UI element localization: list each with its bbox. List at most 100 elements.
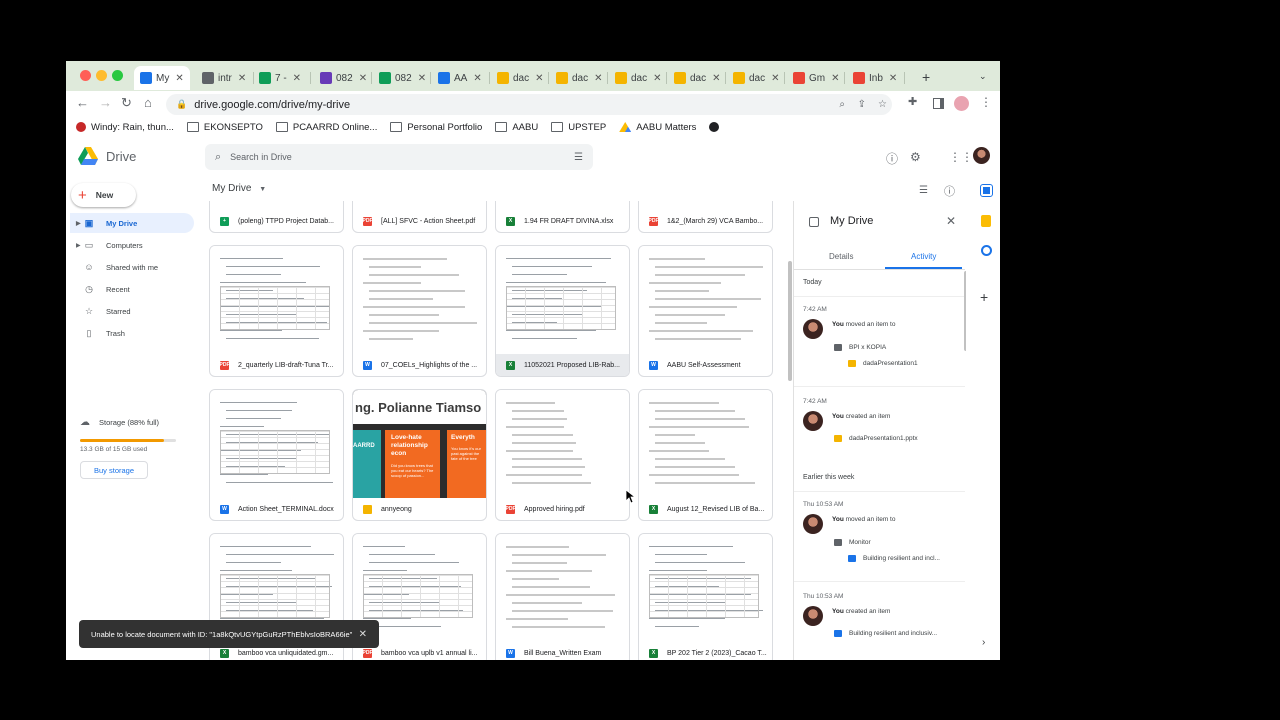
file-card[interactable]: + (poleng) TTPD Project Datab... [209, 201, 344, 233]
tab-close-icon[interactable]: ✕ [238, 73, 246, 84]
activity-file[interactable]: dadaPresentation1 [848, 360, 918, 367]
tab-close-icon[interactable]: ✕ [418, 73, 426, 84]
account-avatar[interactable] [973, 147, 990, 164]
browser-tab[interactable]: 082 ✕ [314, 66, 372, 90]
browser-tab[interactable]: AA ✕ [432, 66, 490, 90]
file-card[interactable]: PDF 2_quarterly LIB-draft-Tuna Tr... [209, 245, 344, 377]
file-card[interactable]: ng. Polianne Tiamso AARRD Love-hate relati… [352, 389, 487, 521]
activity-file[interactable]: dadaPresentation1.pptx [834, 435, 918, 442]
apps-grid-icon[interactable]: ⋮⋮ [949, 150, 973, 164]
bookmark-item[interactable] [709, 122, 724, 132]
zoom-icon[interactable]: ⌕ [839, 99, 845, 110]
tab-details[interactable]: Details [829, 252, 853, 261]
search-input[interactable]: ⌕ Search in Drive ☰ [205, 144, 593, 170]
sidebar-item-shared-with-me[interactable]: ☺ Shared with me [70, 257, 194, 277]
tab-close-icon[interactable]: ✕ [771, 73, 779, 84]
browser-tab[interactable]: 7 - ✕ [253, 66, 311, 90]
sidebar-item-my-drive[interactable]: ▶ ▣ My Drive [70, 213, 194, 233]
file-card[interactable]: PDF Approved hiring.pdf [495, 389, 630, 521]
file-card[interactable]: PDF [ALL] SFVC - Action Sheet.pdf [352, 201, 487, 233]
file-card[interactable]: PDF 1&2_(March 29) VCA Bambo... [638, 201, 773, 233]
tab-close-icon[interactable]: ✕ [889, 73, 897, 84]
bookmark-item[interactable]: Windy: Rain, thun... [76, 122, 174, 133]
bookmark-item[interactable]: AABU Matters [619, 122, 696, 133]
search-options-icon[interactable]: ☰ [574, 152, 583, 163]
browser-tab[interactable]: My ✕ [134, 66, 190, 90]
activity-file[interactable]: Building resilient and inclusiv... [834, 630, 937, 637]
close-window-button[interactable] [80, 70, 91, 81]
help-icon[interactable]: ⓘ [886, 150, 898, 167]
buy-storage-button[interactable]: Buy storage [80, 461, 148, 479]
file-card[interactable]: X BP 202 Tier 2 (2023)_Cacao T... [638, 533, 773, 660]
sidebar-item-recent[interactable]: ◷ Recent [70, 279, 194, 299]
reload-button[interactable]: ↻ [121, 95, 132, 111]
profile-avatar[interactable] [954, 96, 969, 111]
settings-gear-icon[interactable]: ⚙ [910, 150, 921, 164]
new-tab-button[interactable]: + [922, 69, 930, 85]
expand-caret-icon[interactable]: ▶ [76, 220, 81, 227]
tasks-icon[interactable] [981, 245, 992, 256]
browser-tab[interactable]: dac ✕ [550, 66, 608, 90]
info-icon[interactable]: ⓘ [944, 183, 955, 199]
address-bar[interactable]: 🔒 drive.google.com/drive/my-drive ⌕ ⇪ ☆ [166, 94, 892, 115]
bookmark-item[interactable]: AABU [495, 122, 538, 133]
get-addons-plus-icon[interactable]: + [980, 289, 988, 305]
activity-file[interactable]: Building resilient and incl... [848, 555, 940, 562]
close-icon[interactable]: ✕ [946, 214, 956, 228]
page-title[interactable]: My Drive ▼ [212, 183, 266, 194]
bookmark-item[interactable]: Personal Portfolio [390, 122, 482, 133]
new-button[interactable]: + New [71, 183, 136, 207]
bookmark-item[interactable]: UPSTEP [551, 122, 606, 133]
bookmark-item[interactable]: PCAARRD Online... [275, 122, 377, 133]
home-icon[interactable]: ⌂ [144, 95, 152, 110]
forward-button[interactable]: → [99, 95, 112, 110]
browser-tab[interactable]: intr ✕ [196, 66, 254, 90]
toast-close-icon[interactable]: ✕ [359, 629, 367, 640]
browser-tab[interactable]: Inb ✕ [847, 66, 905, 90]
browser-tab[interactable]: dac ✕ [491, 66, 549, 90]
activity-folder[interactable]: BPI x KOPIA [834, 344, 886, 351]
activity-folder[interactable]: Monitor [834, 539, 871, 546]
sidebar-item-starred[interactable]: ☆ Starred [70, 301, 194, 321]
main-scrollbar[interactable] [788, 261, 792, 381]
share-icon[interactable]: ⇪ [858, 99, 866, 110]
browser-tab[interactable]: 082 ✕ [373, 66, 431, 90]
bookmark-star-icon[interactable]: ☆ [878, 99, 887, 110]
sidepanel-icon[interactable] [933, 98, 944, 109]
file-card[interactable]: X 1.94 FR DRAFT DIVINA.xlsx [495, 201, 630, 233]
sidebar-item-computers[interactable]: ▶ ▭ Computers [70, 235, 194, 255]
bookmark-item[interactable]: EKONSEPTO [186, 122, 263, 133]
tab-close-icon[interactable]: ✕ [712, 73, 720, 84]
file-card[interactable]: W 07_COELs_Highlights of the ... [352, 245, 487, 377]
back-button[interactable]: ← [76, 95, 89, 110]
browser-menu-icon[interactable]: ⋮ [980, 95, 992, 109]
sidebar-item-trash[interactable]: ▯ Trash [70, 323, 194, 343]
browser-tab[interactable]: dac ✕ [727, 66, 785, 90]
file-card[interactable]: X 11052021 Proposed LIB-Rab... [495, 245, 630, 377]
tab-close-icon[interactable]: ✕ [831, 73, 839, 84]
drive-logo[interactable]: Drive [78, 147, 136, 165]
expand-panel-chevron-icon[interactable]: › [982, 637, 985, 648]
tab-close-icon[interactable]: ✕ [473, 73, 481, 84]
tab-close-icon[interactable]: ✕ [594, 73, 602, 84]
tab-close-icon[interactable]: ✕ [359, 73, 367, 84]
file-card[interactable]: W Action Sheet_TERMINAL.docx [209, 389, 344, 521]
tab-close-icon[interactable]: ✕ [653, 73, 661, 84]
tab-close-icon[interactable]: ✕ [293, 73, 301, 84]
expand-caret-icon[interactable]: ▶ [76, 242, 81, 249]
keep-icon[interactable] [981, 215, 991, 227]
tab-activity[interactable]: Activity [911, 252, 936, 261]
tab-close-icon[interactable]: ✕ [535, 73, 543, 84]
tab-search-chevron-icon[interactable]: ⌄ [979, 71, 987, 82]
search-icon[interactable]: ⌕ [215, 151, 221, 164]
list-view-icon[interactable]: ☰ [919, 185, 928, 196]
calendar-icon[interactable] [980, 184, 993, 197]
browser-tab[interactable]: dac ✕ [609, 66, 667, 90]
file-card[interactable]: W AABU Self-Assessment [638, 245, 773, 377]
file-card[interactable]: W Bill Buena_Written Exam [495, 533, 630, 660]
browser-tab[interactable]: Gm ✕ [787, 66, 845, 90]
storage-nav-item[interactable]: ☁ Storage (88% full) [80, 417, 159, 428]
tab-close-icon[interactable]: ✕ [175, 73, 183, 84]
extensions-icon[interactable]: ✚ [908, 95, 917, 108]
minimize-window-button[interactable] [96, 70, 107, 81]
